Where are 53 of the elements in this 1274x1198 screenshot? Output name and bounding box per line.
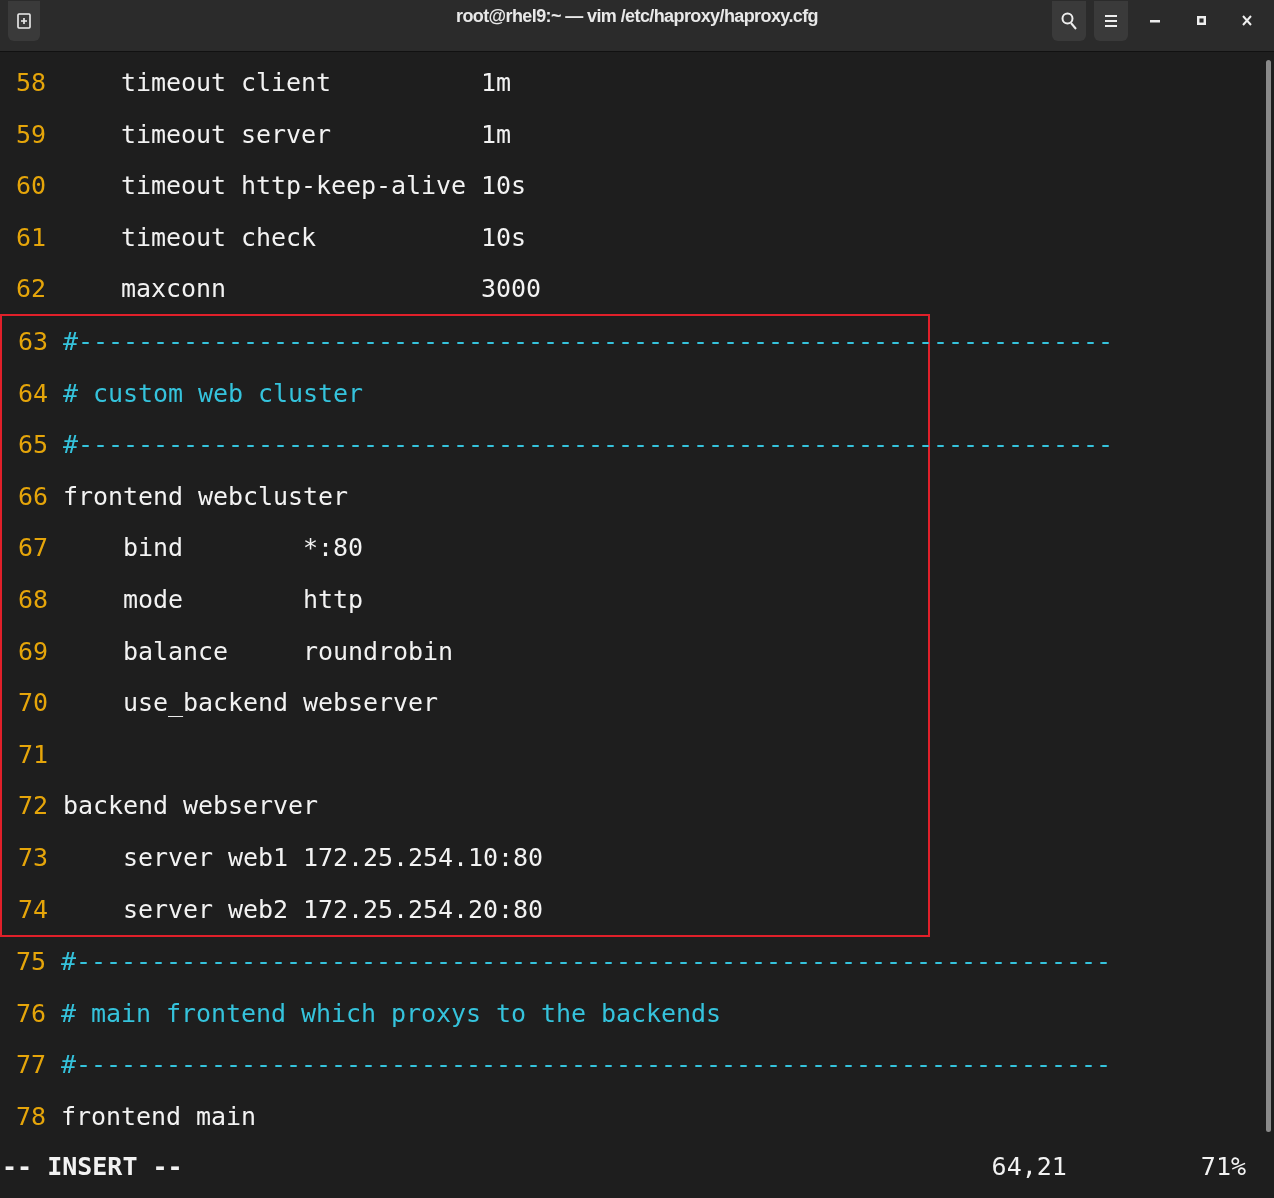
new-tab-button[interactable] xyxy=(8,0,40,41)
line-number: 62 xyxy=(16,273,46,306)
code-line: timeout check 10s xyxy=(120,221,527,254)
line-number: 78 xyxy=(16,1100,46,1133)
scrollbar-thumb[interactable] xyxy=(1265,60,1271,1132)
code-line: frontend main xyxy=(61,1100,257,1133)
line-number: 70 xyxy=(18,687,48,720)
line-number: 73 xyxy=(18,841,48,874)
line-number: 69 xyxy=(18,635,48,668)
scroll-percentage: 71% xyxy=(1200,1151,1246,1184)
line-number: 64 xyxy=(18,377,48,410)
menu-button[interactable] xyxy=(1094,0,1128,41)
line-number: 68 xyxy=(18,584,48,616)
line-number: 59 xyxy=(16,118,46,151)
new-tab-icon xyxy=(17,12,31,29)
minimize-icon xyxy=(1150,18,1160,23)
code-line: balance roundrobin xyxy=(122,635,454,668)
line-number: 67 xyxy=(18,532,48,565)
code-comment: #--------------------------------------------------------------------- xyxy=(61,1049,1112,1082)
search-button[interactable] xyxy=(1052,0,1086,41)
code-line: server web1 172.25.254.10:80 xyxy=(122,841,544,874)
line-number: 58 xyxy=(16,67,46,100)
code-line: backend webserver xyxy=(63,790,319,823)
line-number: 66 xyxy=(18,480,48,513)
menu-icon xyxy=(1104,13,1118,28)
line-number: 74 xyxy=(18,893,48,926)
code-comment: # custom web cluster xyxy=(63,377,364,410)
code-line: timeout client 1m xyxy=(120,67,512,100)
line-number: 63 xyxy=(18,326,48,358)
code-comment: # main frontend which proxys to the backends xyxy=(61,997,722,1030)
code-line: bind *:80 xyxy=(122,532,364,565)
line-number: 65 xyxy=(18,429,48,462)
search-icon xyxy=(1061,11,1077,30)
line-number: 76 xyxy=(16,997,46,1030)
line-number: 75 xyxy=(16,946,46,979)
code-line: timeout http-keep-alive 10s xyxy=(120,170,527,203)
line-number: 72 xyxy=(18,790,48,823)
window-title: root@rhel9:~ — vim /etc/haproxy/haproxy.cfg xyxy=(455,5,819,28)
code-line: server web2 172.25.254.20:80 xyxy=(122,893,544,926)
code-comment: #--------------------------------------------------------------------- xyxy=(61,946,1112,979)
line-number: 71 xyxy=(18,738,48,771)
line-number: 61 xyxy=(16,221,46,254)
maximize-icon xyxy=(1196,16,1206,25)
line-number: 60 xyxy=(16,170,46,203)
code-line: maxconn 3000 xyxy=(120,273,542,306)
line-number: 77 xyxy=(16,1049,46,1082)
cursor-position: 64,21 xyxy=(991,1151,1067,1184)
vim-mode-indicator: -- INSERT -- xyxy=(2,1151,183,1184)
code-line: use_backend webserver xyxy=(122,687,439,720)
code-line: frontend webcluster xyxy=(63,480,349,513)
close-icon xyxy=(1242,15,1252,26)
code-line: timeout server 1m xyxy=(120,118,512,151)
code-line: mode http xyxy=(122,584,364,616)
